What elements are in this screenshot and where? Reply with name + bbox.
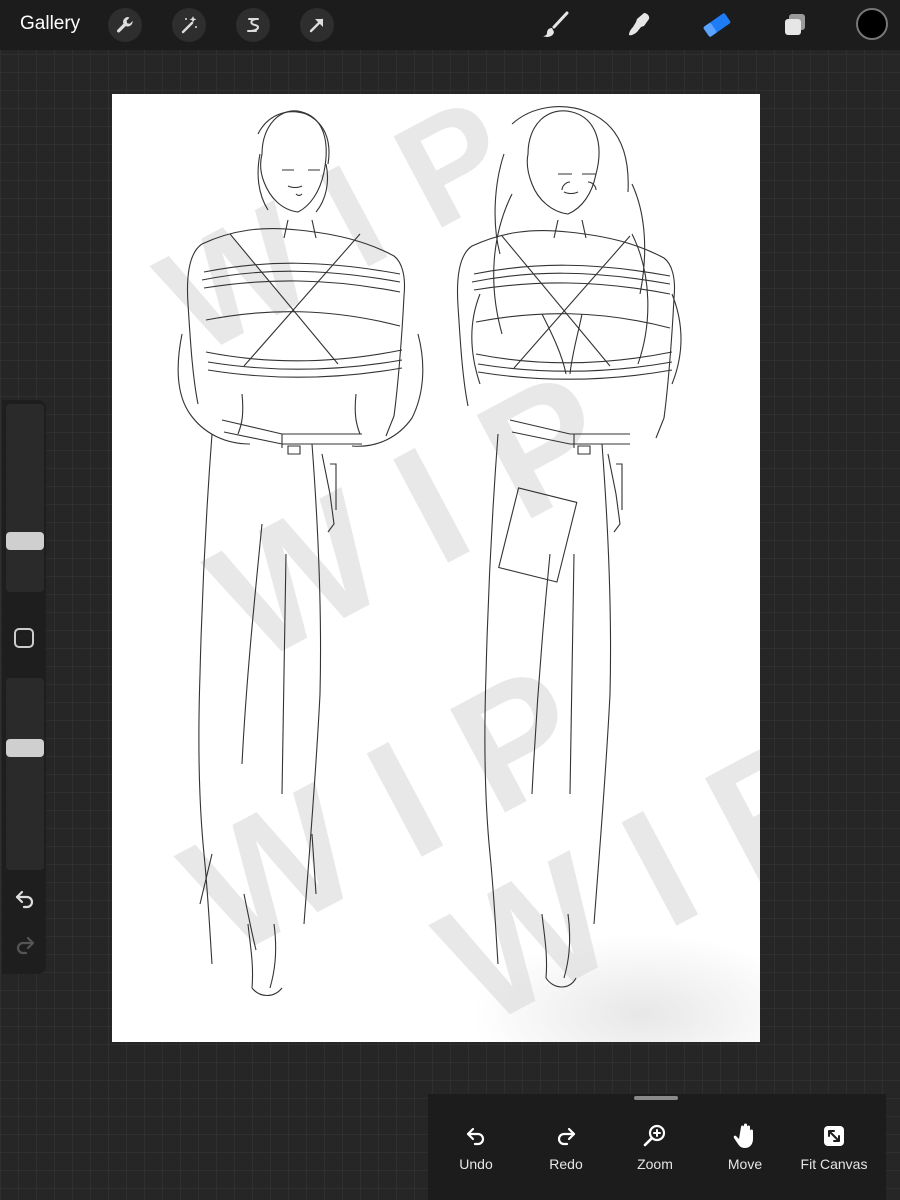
fit-canvas-icon <box>794 1122 874 1150</box>
redo-label: Redo <box>549 1156 583 1172</box>
zoom-label: Zoom <box>637 1156 673 1172</box>
undo-icon <box>436 1122 516 1150</box>
fit-canvas-label: Fit Canvas <box>800 1156 868 1172</box>
undo-button[interactable]: Undo <box>436 1122 516 1182</box>
move-button[interactable]: Move <box>705 1122 785 1182</box>
brush-size-slider[interactable] <box>6 404 44 592</box>
zoom-button[interactable]: Zoom <box>615 1122 695 1182</box>
smudge-icon[interactable] <box>622 8 656 42</box>
hand-icon <box>705 1122 785 1150</box>
panel-handle[interactable] <box>634 1096 678 1100</box>
watermark-text: W I P <box>183 335 639 698</box>
undo-icon[interactable] <box>13 887 37 911</box>
drawing-canvas[interactable]: W I P W I P W I P W I P <box>112 94 760 1042</box>
eraser-icon[interactable] <box>700 8 734 42</box>
fit-canvas-button[interactable]: Fit Canvas <box>794 1122 874 1182</box>
gallery-button[interactable]: Gallery <box>20 13 80 35</box>
opacity-slider[interactable] <box>6 678 44 870</box>
redo-icon[interactable] <box>13 933 37 957</box>
side-panel <box>2 400 46 974</box>
layers-icon[interactable] <box>778 8 812 42</box>
color-swatch[interactable] <box>856 8 888 40</box>
brush-size-slider-thumb[interactable] <box>6 531 44 550</box>
redo-icon <box>526 1122 606 1150</box>
canvas-artwork: W I P W I P W I P W I P <box>134 94 760 1042</box>
redo-button[interactable]: Redo <box>526 1122 606 1182</box>
brush-icon[interactable] <box>538 8 572 42</box>
top-toolbar: Gallery <box>0 0 900 50</box>
selection-icon[interactable] <box>236 8 270 42</box>
opacity-slider-thumb[interactable] <box>6 738 44 757</box>
undo-label: Undo <box>459 1156 493 1172</box>
magic-wand-icon[interactable] <box>172 8 206 42</box>
modify-square-icon[interactable] <box>14 628 34 648</box>
wrench-icon[interactable] <box>108 8 142 42</box>
move-label: Move <box>727 1156 763 1172</box>
transform-arrow-icon[interactable] <box>300 8 334 42</box>
zoom-icon <box>615 1122 695 1150</box>
watermark-text: W I P <box>134 94 537 386</box>
